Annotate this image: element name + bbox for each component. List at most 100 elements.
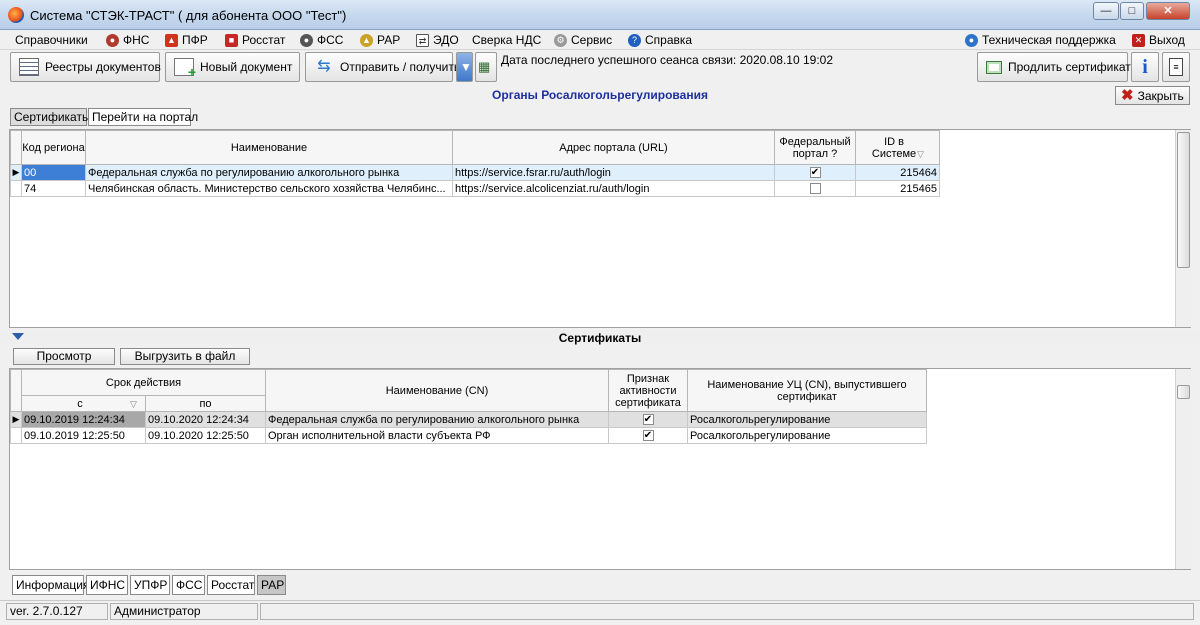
load-button[interactable]: ▦ xyxy=(475,52,497,82)
view-button[interactable]: Просмотр xyxy=(13,348,115,365)
table-row[interactable]: ▶ 00 Федеральная служба по регулированию… xyxy=(10,164,940,181)
cell-valid-from[interactable]: 09.10.2019 12:24:34 xyxy=(21,411,146,428)
close-icon: ✖ xyxy=(1121,86,1134,104)
cell-cn[interactable]: Орган исполнительной власти субъекта РФ xyxy=(265,427,609,444)
cell-active[interactable] xyxy=(608,411,688,428)
menu-help[interactable]: ? Справка xyxy=(628,33,692,47)
organs-scrollbar[interactable] xyxy=(1175,130,1191,327)
menu-directories[interactable]: Справочники xyxy=(15,33,88,47)
load-icon: ▦ xyxy=(478,59,491,74)
cell-region-code[interactable]: 00 xyxy=(21,164,86,181)
scroll-thumb[interactable] xyxy=(1177,385,1190,399)
cell-system-id[interactable]: 215465 xyxy=(855,180,940,197)
close-window-button[interactable]: ✕ xyxy=(1146,2,1190,20)
menu-rar[interactable]: ▲ РАР xyxy=(360,33,400,47)
fss-icon: ● xyxy=(300,33,313,47)
cell-federal-portal[interactable] xyxy=(774,164,856,181)
col-active[interactable]: Признак активности сертификата xyxy=(608,369,688,412)
col-issuer[interactable]: Наименование УЦ (CN), выпустившего серти… xyxy=(687,369,927,412)
close-button[interactable]: ✖ Закрыть xyxy=(1115,86,1190,105)
cell-name[interactable]: Челябинская область. Министерство сельск… xyxy=(85,180,453,197)
col-cn[interactable]: Наименование (CN) xyxy=(265,369,609,412)
sort-icon: ▽ xyxy=(917,148,924,159)
tab-fss[interactable]: ФСС xyxy=(172,575,205,595)
cell-valid-to[interactable]: 09.10.2020 12:24:34 xyxy=(145,411,266,428)
cell-valid-to[interactable]: 09.10.2020 12:25:50 xyxy=(145,427,266,444)
col-valid-to[interactable]: по xyxy=(145,395,266,412)
federal-checkbox[interactable] xyxy=(809,167,821,179)
table-row[interactable]: 74 Челябинская область. Министерство сел… xyxy=(10,180,940,197)
toolbar: Реестры документов + Новый документ ⇆ От… xyxy=(0,50,1200,84)
cell-federal-portal[interactable] xyxy=(774,180,856,197)
col-valid-from[interactable]: с ▽ xyxy=(21,395,146,412)
export-to-file-button[interactable]: Выгрузить в файл xyxy=(120,348,250,365)
certificates-scrollbar[interactable] xyxy=(1175,369,1191,569)
cell-issuer[interactable]: Росалкогольрегулирование xyxy=(687,427,927,444)
organs-table: Код региона Наименование Адрес портала (… xyxy=(10,130,940,197)
menu-rosstat[interactable]: ■ Росстат xyxy=(225,33,285,47)
fns-icon: ● xyxy=(106,33,119,47)
table-row[interactable]: ▶ 09.10.2019 12:24:34 09.10.2020 12:24:3… xyxy=(10,411,927,428)
sync-icon: ⇆ xyxy=(317,58,331,75)
status-bar: ver. 2.7.0.127 Администратор xyxy=(0,600,1200,625)
new-document-button[interactable]: + Новый документ xyxy=(165,52,300,82)
status-panel xyxy=(260,603,1194,620)
cell-portal-url[interactable]: https://service.alcolicenziat.ru/auth/lo… xyxy=(452,180,775,197)
tab-certificates[interactable]: Сертификаты xyxy=(10,108,91,126)
menu-fns[interactable]: ● ФНС xyxy=(106,33,149,47)
new-document-icon: + xyxy=(174,58,196,79)
tab-rar[interactable]: РАР xyxy=(257,575,286,595)
cell-active[interactable] xyxy=(608,427,688,444)
title-bar: Система "СТЭК-ТРАСТ" ( для абонента ООО … xyxy=(0,0,1200,30)
federal-checkbox[interactable] xyxy=(809,183,821,195)
menu-tech-support[interactable]: ● Техническая поддержка xyxy=(965,33,1116,47)
col-name[interactable]: Наименование xyxy=(85,130,453,165)
current-row-icon: ▶ xyxy=(10,411,22,428)
report-button[interactable]: ≡ xyxy=(1162,52,1190,82)
menu-service[interactable]: ⚙ Сервис xyxy=(554,33,612,47)
app-logo-icon xyxy=(8,7,24,23)
renew-certificate-button[interactable]: Продлить сертификат xyxy=(977,52,1131,82)
menu-edo[interactable]: ⇄ ЭДО xyxy=(416,33,459,47)
col-portal-url[interactable]: Адрес портала (URL) xyxy=(452,130,775,165)
info-button[interactable]: i xyxy=(1131,52,1159,82)
document-registries-button[interactable]: Реестры документов xyxy=(10,52,161,82)
cell-region-code[interactable]: 74 xyxy=(21,180,86,197)
cell-cn[interactable]: Федеральная служба по регулированию алко… xyxy=(265,411,609,428)
active-checkbox[interactable] xyxy=(642,430,654,442)
minimize-button[interactable]: — xyxy=(1093,2,1119,20)
cell-name[interactable]: Федеральная служба по регулированию алко… xyxy=(85,164,453,181)
col-system-id[interactable]: ID в Системе▽ xyxy=(855,130,940,165)
col-validity[interactable]: Срок действия xyxy=(21,369,266,396)
maximize-button[interactable]: □ xyxy=(1120,2,1144,20)
scroll-thumb[interactable] xyxy=(1177,132,1190,268)
menu-pfr[interactable]: ▲ ПФР xyxy=(165,33,208,47)
registry-icon xyxy=(19,58,39,76)
download-arrow-button[interactable]: ▼ xyxy=(456,52,473,82)
info-icon: i xyxy=(1142,55,1148,78)
tab-ifns[interactable]: ИФНС xyxy=(86,575,128,595)
tab-information[interactable]: Информация xyxy=(12,575,89,595)
tab-upfr[interactable]: УПФР xyxy=(130,575,170,595)
globe-icon: ● xyxy=(965,33,978,47)
section-title: Органы Росалкогольрегулирования xyxy=(492,88,708,102)
col-federal-portal[interactable]: Федеральный портал ? xyxy=(774,130,856,165)
cell-system-id[interactable]: 215464 xyxy=(855,164,940,181)
menu-fss[interactable]: ● ФСС xyxy=(300,33,343,47)
menu-vat-reconciliation[interactable]: Сверка НДС xyxy=(472,33,541,47)
tab-go-to-portal[interactable]: Перейти на портал xyxy=(88,108,198,126)
certificates-table: Срок действия Наименование (CN) Признак … xyxy=(10,369,927,444)
row-indicator-header xyxy=(10,130,22,165)
tab-rosstat[interactable]: Росстат xyxy=(207,575,255,595)
active-checkbox[interactable] xyxy=(642,414,654,426)
version-label: ver. 2.7.0.127 xyxy=(6,603,108,620)
certificates-grid: Срок действия Наименование (CN) Признак … xyxy=(9,368,1191,570)
cell-issuer[interactable]: Росалкогольрегулирование xyxy=(687,411,927,428)
cell-portal-url[interactable]: https://service.fsrar.ru/auth/login xyxy=(452,164,775,181)
exit-icon: ✕ xyxy=(1132,33,1145,47)
cell-valid-from[interactable]: 09.10.2019 12:25:50 xyxy=(21,427,146,444)
col-region-code[interactable]: Код региона xyxy=(21,130,86,165)
menu-exit[interactable]: ✕ Выход xyxy=(1132,33,1185,47)
send-receive-button[interactable]: ⇆ Отправить / получить xyxy=(305,52,460,82)
table-row[interactable]: 09.10.2019 12:25:50 09.10.2020 12:25:50 … xyxy=(10,427,927,444)
